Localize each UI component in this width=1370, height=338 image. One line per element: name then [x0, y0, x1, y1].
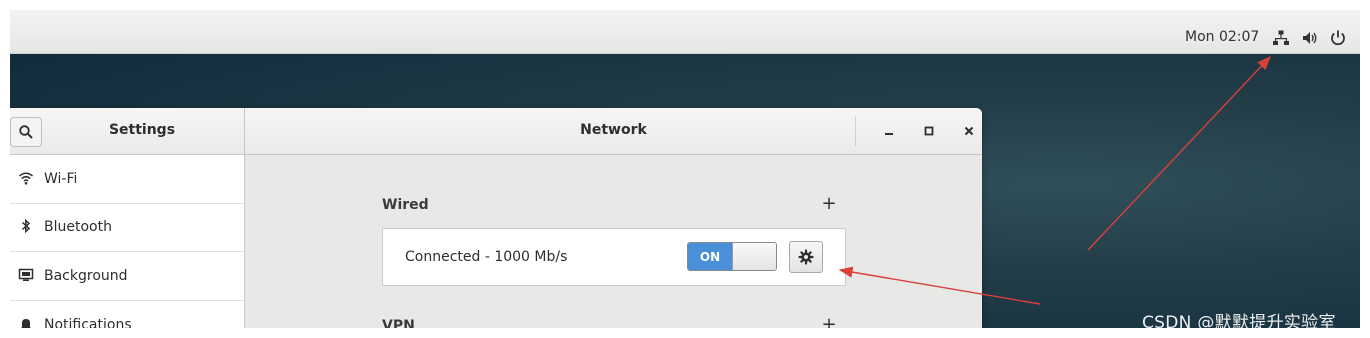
- wifi-icon: [18, 170, 34, 186]
- minimize-button[interactable]: [879, 121, 899, 141]
- desktop: Mon 02:07 Settings Network Wi-Fi Bluetoo…: [10, 10, 1360, 328]
- sidebar-item-background[interactable]: Background: [10, 252, 244, 301]
- sidebar-item-label: Wi-Fi: [44, 171, 78, 187]
- close-icon: [964, 126, 974, 136]
- wired-status: Connected - 1000 Mb/s: [405, 249, 568, 265]
- minimize-icon: [885, 133, 893, 135]
- vpn-section-title: VPN: [382, 318, 415, 328]
- settings-window: Settings Network Wi-Fi Bluetooth Backgro…: [10, 108, 982, 328]
- add-wired-button[interactable]: +: [821, 193, 837, 214]
- sidebar-item-label: Bluetooth: [44, 219, 112, 235]
- gear-icon: [798, 249, 814, 265]
- network-icon[interactable]: [1272, 29, 1290, 47]
- background-icon: [18, 267, 34, 283]
- wired-connection-row: Connected - 1000 Mb/s ON: [382, 228, 846, 286]
- header-separator: [855, 116, 856, 146]
- add-vpn-button[interactable]: +: [821, 314, 837, 328]
- sidebar-title: Settings: [108, 122, 176, 138]
- watermark: CSDN @默默提升实验室: [1142, 313, 1336, 333]
- sidebar-item-label: Notifications: [44, 317, 132, 328]
- close-button[interactable]: [959, 121, 979, 141]
- bluetooth-icon: [18, 218, 34, 234]
- top-bar: Mon 02:07: [10, 10, 1360, 54]
- sidebar-item-wifi[interactable]: Wi-Fi: [10, 155, 244, 204]
- clock[interactable]: Mon 02:07: [1185, 29, 1259, 45]
- sidebar-header: Settings: [10, 108, 245, 155]
- sidebar-item-bluetooth[interactable]: Bluetooth: [10, 203, 244, 252]
- toggle-knob: [732, 243, 776, 270]
- bell-icon: [18, 316, 34, 328]
- wired-section-title: Wired: [382, 197, 429, 213]
- maximize-button[interactable]: [919, 121, 939, 141]
- search-icon: [19, 125, 33, 139]
- search-button[interactable]: [10, 117, 42, 147]
- toggle-on-label: ON: [688, 243, 732, 270]
- maximize-icon: [924, 126, 934, 136]
- wired-settings-button[interactable]: [789, 241, 823, 273]
- power-icon[interactable]: [1329, 29, 1347, 47]
- sidebar-item-label: Background: [44, 268, 128, 284]
- network-content: Wired + Connected - 1000 Mb/s ON VPN +: [245, 155, 982, 328]
- page-title: Network: [580, 122, 647, 138]
- volume-icon[interactable]: [1301, 29, 1319, 47]
- sidebar-item-notifications[interactable]: Notifications: [10, 301, 244, 328]
- sidebar: Wi-Fi Bluetooth Background Notifications: [10, 155, 245, 328]
- wired-toggle-switch[interactable]: ON: [687, 242, 777, 271]
- header-bar: Network: [245, 108, 982, 155]
